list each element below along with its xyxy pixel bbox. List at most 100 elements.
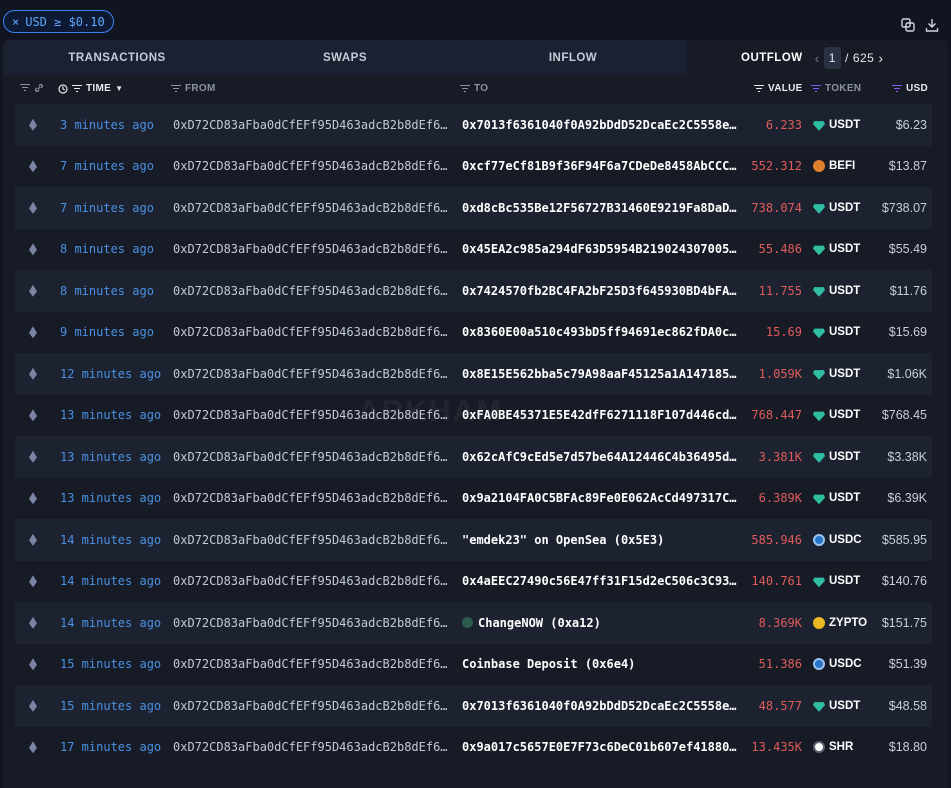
from-address[interactable]: 0xD72CD83aFba0dCfEFf95D463adcB2b8dEf6… <box>173 574 448 588</box>
time-link[interactable]: 8 minutes ago <box>60 242 154 256</box>
to-address[interactable]: 0x7424570fb2BC4FA2bF25D3f645930BD4bFA… <box>462 284 738 298</box>
table-row[interactable]: 13 minutes ago 0xD72CD83aFba0dCfEFf95D46… <box>15 478 932 520</box>
from-address[interactable]: 0xD72CD83aFba0dCfEFf95D463adcB2b8dEf6… <box>173 657 448 671</box>
table-row[interactable]: 12 minutes ago 0xD72CD83aFba0dCfEFf95D46… <box>15 353 932 395</box>
filter-icon[interactable] <box>754 84 764 93</box>
time-link[interactable]: 14 minutes ago <box>60 616 161 630</box>
token-link[interactable]: BEFI <box>813 160 855 173</box>
time-link[interactable]: 12 minutes ago <box>60 367 161 381</box>
to-address[interactable]: 0x62cAfC9cEd5e7d57be64A12446C4b36495d… <box>462 450 738 464</box>
tab-outflow[interactable]: OUTFLOW ‹ 1 / 625 › <box>687 40 948 75</box>
from-address[interactable]: 0xD72CD83aFba0dCfEFf95D463adcB2b8dEf6… <box>173 616 448 630</box>
to-address[interactable]: 0x4aEEC27490c56E47ff31F15d2eC506c3C93… <box>462 574 738 588</box>
copy-icon[interactable] <box>901 18 915 32</box>
to-address[interactable]: 0xd8cBc535Be12F56727B31460E9219Fa8DaD… <box>462 201 738 215</box>
time-link[interactable]: 9 minutes ago <box>60 325 154 339</box>
token-link[interactable]: USDT <box>813 368 860 380</box>
time-link[interactable]: 13 minutes ago <box>60 450 161 464</box>
time-link[interactable]: 7 minutes ago <box>60 201 154 215</box>
next-page-icon[interactable]: › <box>878 50 883 66</box>
download-icon[interactable] <box>925 18 939 32</box>
clock-icon[interactable] <box>58 83 68 94</box>
table-row[interactable]: 8 minutes ago 0xD72CD83aFba0dCfEFf95D463… <box>15 229 932 271</box>
filter-icon[interactable] <box>20 84 30 92</box>
tab-transactions[interactable]: TRANSACTIONS <box>3 40 231 75</box>
table-row[interactable]: 9 minutes ago 0xD72CD83aFba0dCfEFf95D463… <box>15 312 932 354</box>
token-link[interactable]: USDT <box>813 492 860 505</box>
time-link[interactable]: 15 minutes ago <box>60 699 161 713</box>
to-address[interactable]: 0x8E15E562bba5c79A98aaF45125a1A147185… <box>462 367 738 381</box>
from-address[interactable]: 0xD72CD83aFba0dCfEFf95D463adcB2b8dEf6… <box>173 450 448 464</box>
token-link[interactable]: USDT <box>813 326 860 339</box>
to-address[interactable]: ChangeNOW (0xa12) <box>462 616 738 630</box>
from-address[interactable]: 0xD72CD83aFba0dCfEFf95D463adcB2b8dEf6… <box>173 118 448 132</box>
token-link[interactable]: USDT <box>813 285 860 297</box>
token-link[interactable]: ZYPTO <box>813 616 867 629</box>
filter-icon[interactable] <box>811 84 821 93</box>
chain-column-header[interactable] <box>20 83 44 93</box>
filter-icon[interactable] <box>171 84 181 93</box>
time-link[interactable]: 14 minutes ago <box>60 533 161 547</box>
time-link[interactable]: 13 minutes ago <box>60 408 161 422</box>
tab-inflow[interactable]: INFLOW <box>459 40 687 75</box>
table-row[interactable]: 17 minutes ago 0xD72CD83aFba0dCfEFf95D46… <box>15 727 932 769</box>
filter-icon[interactable] <box>892 84 902 93</box>
time-link[interactable]: 15 minutes ago <box>60 657 161 671</box>
table-row[interactable]: 14 minutes ago 0xD72CD83aFba0dCfEFf95D46… <box>15 602 932 644</box>
from-address[interactable]: 0xD72CD83aFba0dCfEFf95D463adcB2b8dEf6… <box>173 491 448 505</box>
table-row[interactable]: 7 minutes ago 0xD72CD83aFba0dCfEFf95D463… <box>15 187 932 229</box>
token-link[interactable]: USDT <box>813 409 860 422</box>
time-link[interactable]: 17 minutes ago <box>60 740 161 754</box>
from-address[interactable]: 0xD72CD83aFba0dCfEFf95D463adcB2b8dEf6… <box>173 325 448 339</box>
token-column-header[interactable]: TOKEN <box>811 83 861 94</box>
from-address[interactable]: 0xD72CD83aFba0dCfEFf95D463adcB2b8dEf6… <box>173 533 448 547</box>
from-address[interactable]: 0xD72CD83aFba0dCfEFf95D463adcB2b8dEf6… <box>173 699 448 713</box>
filter-icon[interactable] <box>460 84 470 93</box>
time-link[interactable]: 14 minutes ago <box>60 574 161 588</box>
usd-column-header[interactable]: USD <box>892 83 928 94</box>
filter-icon[interactable] <box>72 84 82 93</box>
table-row[interactable]: 14 minutes ago 0xD72CD83aFba0dCfEFf95D46… <box>15 561 932 603</box>
table-row[interactable]: 8 minutes ago 0xD72CD83aFba0dCfEFf95D463… <box>15 270 932 312</box>
time-link[interactable]: 13 minutes ago <box>60 491 161 505</box>
value-column-header[interactable]: VALUE <box>754 83 803 94</box>
to-address[interactable]: 0x45EA2c985a294dF63D5954B219024307005… <box>462 242 738 256</box>
from-address[interactable]: 0xD72CD83aFba0dCfEFf95D463adcB2b8dEf6… <box>173 740 448 754</box>
time-link[interactable]: 3 minutes ago <box>60 118 154 132</box>
token-link[interactable]: USDT <box>813 202 860 214</box>
table-row[interactable]: 15 minutes ago 0xD72CD83aFba0dCfEFf95D46… <box>15 644 932 686</box>
time-link[interactable]: 8 minutes ago <box>60 284 154 298</box>
token-link[interactable]: SHR <box>813 741 853 754</box>
from-address[interactable]: 0xD72CD83aFba0dCfEFf95D463adcB2b8dEf6… <box>173 367 448 381</box>
to-address[interactable]: 0x8360E00a510c493bD5ff94691ec862fDA0c… <box>462 325 738 339</box>
table-row[interactable]: 7 minutes ago 0xD72CD83aFba0dCfEFf95D463… <box>15 146 932 188</box>
tab-swaps[interactable]: SWAPS <box>231 40 459 75</box>
token-link[interactable]: USDT <box>813 451 860 463</box>
table-row[interactable]: 13 minutes ago 0xD72CD83aFba0dCfEFf95D46… <box>15 436 932 478</box>
token-link[interactable]: USDT <box>813 700 860 712</box>
from-column-header[interactable]: FROM <box>171 83 216 94</box>
token-link[interactable]: USDT <box>813 243 860 256</box>
to-address[interactable]: 0x7013f6361040f0A92bDdD52DcaEc2C5558e… <box>462 699 738 713</box>
from-address[interactable]: 0xD72CD83aFba0dCfEFf95D463adcB2b8dEf6… <box>173 408 448 422</box>
token-link[interactable]: USDT <box>813 119 860 131</box>
table-row[interactable]: 15 minutes ago 0xD72CD83aFba0dCfEFf95D46… <box>15 685 932 727</box>
from-address[interactable]: 0xD72CD83aFba0dCfEFf95D463adcB2b8dEf6… <box>173 242 448 256</box>
to-address[interactable]: 0xFA0BE45371E5E42dfF6271118F107d446cd… <box>462 408 738 422</box>
to-column-header[interactable]: TO <box>460 83 488 94</box>
to-address[interactable]: 0x7013f6361040f0A92bDdD52DcaEc2C5558e… <box>462 118 738 132</box>
token-link[interactable]: USDC <box>813 658 862 671</box>
current-page[interactable]: 1 <box>823 46 841 69</box>
table-row[interactable]: 14 minutes ago 0xD72CD83aFba0dCfEFf95D46… <box>15 519 932 561</box>
to-address[interactable]: 0x9a2104FA0C5BFAc89Fe0E062AcCd497317C… <box>462 491 738 505</box>
to-address[interactable]: 0xcf77eCf81B9f36F94F6a7CDeDe8458AbCCC… <box>462 159 738 173</box>
to-address[interactable]: Coinbase Deposit (0x6e4) <box>462 657 738 671</box>
table-row[interactable]: 13 minutes ago 0xD72CD83aFba0dCfEFf95D46… <box>15 395 932 437</box>
token-link[interactable]: USDT <box>813 575 860 588</box>
from-address[interactable]: 0xD72CD83aFba0dCfEFf95D463adcB2b8dEf6… <box>173 201 448 215</box>
token-link[interactable]: USDC <box>813 533 862 546</box>
to-address[interactable]: 0x9a017c5657E0E7F73c6DeC01b607ef41880… <box>462 740 738 754</box>
from-address[interactable]: 0xD72CD83aFba0dCfEFf95D463adcB2b8dEf6… <box>173 284 448 298</box>
to-address[interactable]: "emdek23" on OpenSea (0x5E3) <box>462 533 738 547</box>
table-row[interactable]: 3 minutes ago 0xD72CD83aFba0dCfEFf95D463… <box>15 104 932 146</box>
